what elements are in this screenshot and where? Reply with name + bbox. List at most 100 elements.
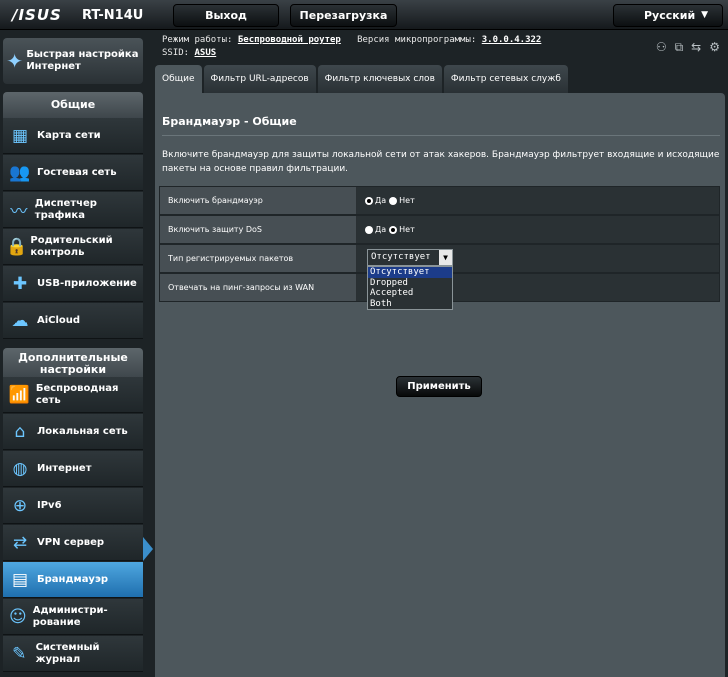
status-icons: ⚇ ⧉ ⇆ ⚙ xyxy=(656,40,720,55)
sidebar-item-label: USB-приложение xyxy=(37,277,137,289)
firewall-enable-control: Да Нет xyxy=(357,187,719,214)
firewall-yes-radio[interactable] xyxy=(365,196,373,205)
firmware-link[interactable]: 3.0.0.4.322 xyxy=(482,35,542,45)
sidebar-item-aicloud[interactable]: ☁ AiCloud xyxy=(3,303,143,339)
mode-label: Режим работы: xyxy=(162,35,233,45)
table-row: Включить защиту DoS Да Нет xyxy=(159,215,720,244)
language-select[interactable]: Русский ▼ xyxy=(613,4,723,27)
tab-network-services-filter[interactable]: Фильтр сетевых служб xyxy=(443,65,568,93)
apply-button[interactable]: Применить xyxy=(396,376,482,397)
sidebar-item-label: Интернет xyxy=(37,462,92,474)
sidebar-item-usb-application[interactable]: ✚ USB-приложение xyxy=(3,266,143,302)
logout-button[interactable]: Выход xyxy=(173,4,279,27)
sidebar-item-label: Администри- рование xyxy=(32,604,108,628)
usb-icon[interactable]: ⇆ xyxy=(691,40,701,55)
general-section-header: Общие xyxy=(3,92,143,118)
magic-wand-icon: ✦ xyxy=(6,49,24,73)
page-title: Брандмауэр - Общие xyxy=(162,115,297,128)
log-type-option[interactable]: Accepted xyxy=(368,288,452,299)
tab-general[interactable]: Общие xyxy=(155,65,202,93)
ipv6-icon: ⊕ xyxy=(12,495,28,516)
sidebar-item-label: Беспроводная сеть xyxy=(35,382,119,406)
sidebar-item-label: Брандмауэр xyxy=(37,573,109,585)
sidebar-item-ipv6[interactable]: ⊕ IPv6 xyxy=(3,488,143,524)
language-label: Русский xyxy=(644,9,696,22)
sidebar-item-label: Системный журнал xyxy=(35,641,100,665)
tab-bar: Общие Фильтр URL-адресов Фильтр ключевых… xyxy=(155,65,570,93)
status-info: Режим работы: Беспроводной роутер Версия… xyxy=(162,34,541,60)
globe-icon: ◍ xyxy=(12,458,28,479)
lock-icon: 🔒 xyxy=(6,236,28,257)
quick-internet-setup-button[interactable]: ✦ Быстрая настройка Интернет xyxy=(3,38,143,84)
sidebar: ✦ Быстрая настройка Интернет Общие ▦ Кар… xyxy=(0,30,155,677)
log-type-select[interactable]: Отсутствует ▼ xyxy=(367,249,453,266)
network-map-icon: ▦ xyxy=(11,125,29,146)
syslog-icon: ✎ xyxy=(12,643,27,664)
sidebar-item-traffic-manager[interactable]: 〰 Диспетчер трафика xyxy=(3,192,143,228)
puzzle-icon: ✚ xyxy=(12,273,28,294)
sidebar-item-label: AiCloud xyxy=(37,314,81,326)
quick-setup-label: Быстрая настройка Интернет xyxy=(26,49,139,72)
sidebar-item-firewall[interactable]: ▤ Брандмауэр xyxy=(3,562,143,598)
active-item-arrow xyxy=(143,537,153,561)
sidebar-item-system-log[interactable]: ✎ Системный журнал xyxy=(3,636,143,672)
yes-label: Да xyxy=(375,196,387,205)
advanced-section-header: Дополнительные настройки xyxy=(3,348,143,378)
sidebar-item-internet[interactable]: ◍ Интернет xyxy=(3,451,143,487)
sidebar-item-guest-network[interactable]: 👥 Гостевая сеть xyxy=(3,155,143,191)
router-model: RT-N14U xyxy=(82,8,144,23)
row-label: Включить защиту DoS xyxy=(160,216,357,243)
dos-enable-control: Да Нет xyxy=(357,216,719,243)
title-divider xyxy=(162,135,720,136)
firewall-icon: ▤ xyxy=(11,569,29,590)
row-label: Отвечать на пинг-запросы из WAN xyxy=(160,274,357,301)
copy-icon[interactable]: ⧉ xyxy=(675,40,684,55)
no-label: Нет xyxy=(399,225,415,234)
tab-keyword-filter[interactable]: Фильтр ключевых слов xyxy=(317,65,442,93)
dos-yes-radio[interactable] xyxy=(365,225,373,234)
row-label: Тип регистрируемых пакетов xyxy=(160,245,357,272)
ssid-link[interactable]: ASUS xyxy=(195,48,217,58)
settings-icon[interactable]: ⚙ xyxy=(709,40,720,55)
chevron-down-icon: ▼ xyxy=(701,10,708,20)
sidebar-item-label: Диспетчер трафика xyxy=(34,197,97,221)
sidebar-item-label: Родительский контроль xyxy=(30,234,113,258)
traffic-manager-icon: 〰 xyxy=(10,202,28,222)
sidebar-item-label: Карта сети xyxy=(37,129,101,141)
wifi-icon: 📶 xyxy=(8,384,30,405)
chevron-down-icon[interactable]: ▼ xyxy=(439,250,452,265)
log-type-option[interactable]: Dropped xyxy=(368,278,452,289)
guest-network-icon: 👥 xyxy=(9,162,31,183)
log-type-selected-value: Отсутствует xyxy=(371,252,431,262)
sidebar-item-administration[interactable]: ☺ Администри- рование xyxy=(3,599,143,635)
mode-link[interactable]: Беспроводной роутер xyxy=(238,35,341,45)
reboot-button[interactable]: Перезагрузка xyxy=(290,4,397,27)
log-type-dropdown: Отсутствует Dropped Accepted Both xyxy=(367,266,453,310)
vpn-icon: ⇄ xyxy=(12,532,28,553)
sidebar-item-vpn-server[interactable]: ⇄ VPN сервер xyxy=(3,525,143,561)
top-bar: /ISUS RT-N14U Выход Перезагрузка Русский… xyxy=(0,0,728,30)
page-description: Включите брандмауэр для защиты локальной… xyxy=(162,150,720,174)
yes-label: Да xyxy=(375,225,387,234)
sidebar-item-parental-control[interactable]: 🔒 Родительский контроль xyxy=(3,229,143,265)
cloud-icon: ☁ xyxy=(11,310,29,331)
sidebar-item-label: Гостевая сеть xyxy=(37,166,117,178)
tab-url-filter[interactable]: Фильтр URL-адресов xyxy=(203,65,316,93)
sidebar-item-lan[interactable]: ⌂ Локальная сеть xyxy=(3,414,143,450)
sidebar-item-label: VPN сервер xyxy=(37,536,105,548)
log-type-option[interactable]: Both xyxy=(368,299,452,310)
firewall-no-radio[interactable] xyxy=(389,196,398,205)
no-label: Нет xyxy=(399,196,415,205)
row-label: Включить брандмауэр xyxy=(160,187,357,214)
sidebar-item-label: IPv6 xyxy=(37,499,62,511)
main-content: Режим работы: Беспроводной роутер Версия… xyxy=(155,30,728,677)
log-type-option[interactable]: Отсутствует xyxy=(368,267,452,278)
sidebar-item-network-map[interactable]: ▦ Карта сети xyxy=(3,118,143,154)
sidebar-item-wireless[interactable]: 📶 Беспроводная сеть xyxy=(3,377,143,413)
home-icon: ⌂ xyxy=(14,421,26,442)
dos-no-radio[interactable] xyxy=(389,225,398,234)
sidebar-item-label: Локальная сеть xyxy=(37,425,128,437)
clients-icon[interactable]: ⚇ xyxy=(656,40,667,55)
table-row: Включить брандмауэр Да Нет xyxy=(159,186,720,215)
firewall-panel: Брандмауэр - Общие Включите брандмауэр д… xyxy=(155,93,725,677)
